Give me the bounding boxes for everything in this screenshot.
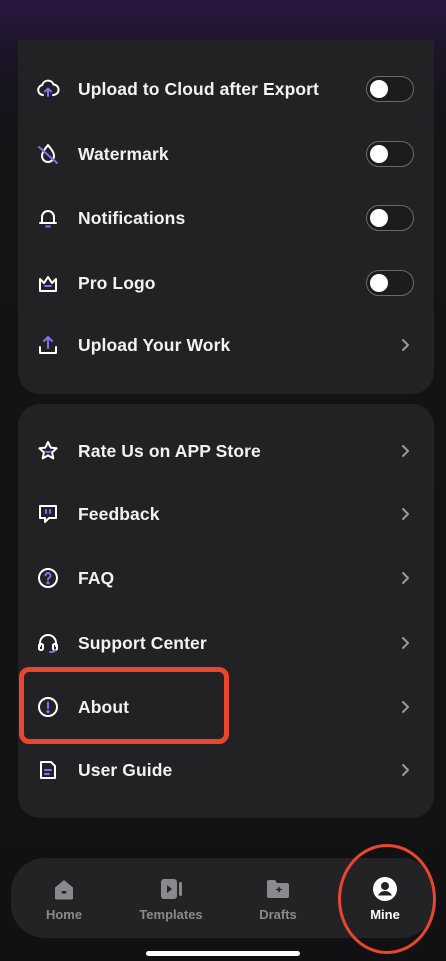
upload-cloud-toggle[interactable] <box>366 76 414 102</box>
chevron-right-icon <box>402 701 409 713</box>
cloud-upload-icon <box>36 77 60 101</box>
chevron-right-icon <box>402 339 409 351</box>
mine-tab-annotation-circle <box>338 844 436 954</box>
row-upload-work[interactable]: Upload Your Work <box>18 315 434 375</box>
row-label: FAQ <box>78 567 115 588</box>
question-icon <box>36 566 60 590</box>
row-label: Pro Logo <box>78 272 156 293</box>
row-notifications[interactable]: Notifications <box>18 188 434 248</box>
row-user-guide[interactable]: User Guide <box>18 740 434 800</box>
chevron-right-icon <box>402 637 409 649</box>
chevron-right-icon <box>402 764 409 776</box>
row-faq[interactable]: FAQ <box>18 548 434 608</box>
toggle-knob <box>370 79 388 98</box>
pro-logo-toggle[interactable] <box>366 270 414 296</box>
row-upload-cloud[interactable]: Upload to Cloud after Export <box>18 59 434 119</box>
row-label: User Guide <box>78 759 173 780</box>
row-rate-us[interactable]: Rate Us on APP Store <box>18 421 434 481</box>
row-label: Watermark <box>78 143 169 164</box>
tab-home[interactable]: Home <box>14 858 114 938</box>
templates-icon <box>161 878 182 899</box>
row-watermark[interactable]: Watermark <box>18 124 434 184</box>
row-label: Rate Us on APP Store <box>78 440 261 461</box>
row-label: Upload Your Work <box>78 334 231 355</box>
row-support-center[interactable]: Support Center <box>18 613 434 673</box>
watermark-icon <box>36 142 60 166</box>
toggle-knob <box>370 144 388 163</box>
notifications-toggle[interactable] <box>366 205 414 231</box>
row-pro-logo[interactable]: Pro Logo <box>18 253 434 313</box>
row-label: Feedback <box>78 503 160 524</box>
crown-icon <box>36 271 60 295</box>
settings-card-bottom: Rate Us on APP Store Feedback FAQ Suppor… <box>18 404 434 818</box>
drafts-icon <box>267 879 289 898</box>
tab-label: Templates <box>139 906 203 922</box>
row-feedback[interactable]: Feedback <box>18 484 434 544</box>
tab-templates[interactable]: Templates <box>121 858 221 938</box>
chat-icon <box>36 502 60 526</box>
watermark-toggle[interactable] <box>366 141 414 167</box>
row-label: Upload to Cloud after Export <box>78 78 319 99</box>
tab-label: Home <box>45 906 83 922</box>
document-icon <box>36 758 60 782</box>
tab-label: Drafts <box>259 906 297 922</box>
tab-drafts[interactable]: Drafts <box>228 858 328 938</box>
upload-icon <box>36 333 60 357</box>
home-indicator[interactable] <box>146 951 300 956</box>
chevron-right-icon <box>402 508 409 520</box>
toggle-knob <box>370 273 388 292</box>
chevron-right-icon <box>402 572 409 584</box>
row-label: Support Center <box>78 632 207 653</box>
toggle-knob <box>370 208 388 227</box>
star-icon <box>36 439 60 463</box>
about-highlight-annotation <box>19 667 229 744</box>
headset-icon <box>36 631 60 655</box>
bell-icon <box>36 206 60 230</box>
settings-card-top: Upload to Cloud after Export Watermark N… <box>18 40 434 394</box>
row-label: Notifications <box>78 207 186 228</box>
home-icon <box>55 879 73 899</box>
chevron-right-icon <box>402 445 409 457</box>
